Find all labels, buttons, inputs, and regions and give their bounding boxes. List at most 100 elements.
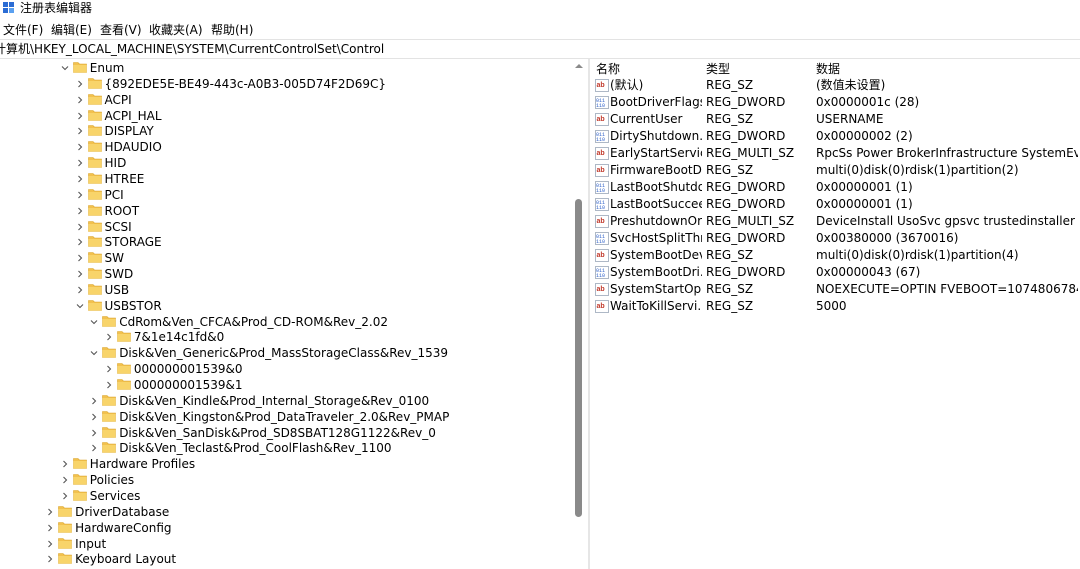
- chevron-right-icon[interactable]: [76, 80, 84, 88]
- chevron-right-icon[interactable]: [76, 143, 84, 151]
- value-name: EarlyStartServic...: [610, 146, 702, 160]
- value-row[interactable]: 011 110 BootDriverFlags REG_DWORD 0x0000001c…: [590, 94, 1080, 111]
- value-type: REG_MULTI_SZ: [706, 146, 795, 160]
- menu-view[interactable]: 查看(V): [100, 22, 142, 38]
- folder-icon: [87, 299, 102, 311]
- address-bar[interactable]: 计算机\HKEY_LOCAL_MACHINE\SYSTEM\CurrentCon…: [0, 39, 1080, 59]
- chevron-right-icon[interactable]: [105, 381, 113, 389]
- scrollbar-thumb[interactable]: [575, 199, 582, 517]
- chevron-down-icon[interactable]: [90, 318, 98, 326]
- svg-text:110: 110: [596, 137, 605, 143]
- svg-text:110: 110: [596, 103, 605, 109]
- menu-file[interactable]: 文件(F): [3, 22, 43, 38]
- folder-icon: [87, 157, 102, 168]
- chevron-right-icon[interactable]: [90, 397, 98, 405]
- chevron-right-icon[interactable]: [76, 223, 84, 231]
- string-value-icon: ab: [595, 215, 609, 228]
- tree-node-label: Disk&Ven_Teclast&Prod_CoolFlash&Rev_1100: [119, 441, 392, 456]
- chevron-right-icon[interactable]: [76, 96, 84, 104]
- values-list[interactable]: 名称 类型 数据 ab (默认) REG_SZ (数值未设置) 011 110 BootDr…: [590, 59, 1080, 569]
- chevron-right-icon[interactable]: [105, 333, 113, 341]
- folder-icon: [58, 521, 72, 533]
- value-row[interactable]: ab SystemStartOp... REG_SZ NOEXECUTE=OPTIN…: [590, 281, 1080, 298]
- folder-icon: [72, 490, 87, 501]
- value-row[interactable]: 011110LastBootShutdo... REG_DWORD 0x000000…: [590, 179, 1080, 196]
- chevron-down-icon[interactable]: [76, 302, 84, 310]
- folder-icon: [87, 173, 102, 184]
- column-header-data[interactable]: 数据: [816, 61, 840, 77]
- address-path[interactable]: 计算机\HKEY_LOCAL_MACHINE\SYSTEM\CurrentCon…: [0, 41, 384, 57]
- tree-node-label: 000000001539&1: [133, 378, 243, 392]
- value-row[interactable]: ab CurrentUser REG_SZ USERNAME: [590, 111, 1080, 128]
- chevron-right-icon[interactable]: [61, 476, 69, 484]
- folder-icon: [87, 109, 102, 121]
- tree-node-label: Disk&Ven_Generic&Prod_MassStorageClass&R…: [119, 346, 449, 361]
- scroll-up-arrow-icon[interactable]: [574, 61, 584, 71]
- chevron-right-icon[interactable]: [76, 207, 84, 215]
- chevron-right-icon[interactable]: [76, 175, 84, 183]
- chevron-right-icon[interactable]: [76, 270, 84, 278]
- chevron-right-icon[interactable]: [46, 540, 54, 548]
- chevron-down-icon[interactable]: [61, 64, 69, 72]
- value-data: multi(0)disk(0)rdisk(1)partition(2): [816, 163, 1019, 177]
- folder-icon: [102, 395, 116, 406]
- svg-text:ab: ab: [597, 303, 605, 310]
- tree-node-label: HID: [104, 156, 127, 171]
- chevron-right-icon[interactable]: [61, 460, 69, 468]
- chevron-right-icon[interactable]: [76, 159, 84, 167]
- value-data: DeviceInstall UsoSvc gpsvc trustedinstal…: [816, 214, 1075, 228]
- folder-icon: [72, 458, 87, 470]
- chevron-right-icon[interactable]: [76, 191, 84, 199]
- tree-scrollbar[interactable]: [572, 59, 586, 569]
- chevron-right-icon[interactable]: [90, 413, 98, 421]
- chevron-right-icon[interactable]: [76, 286, 84, 294]
- tree-node-label: DISPLAY: [104, 124, 154, 139]
- tree-node-label: SWD: [104, 267, 134, 282]
- folder-icon: [117, 379, 131, 390]
- tree-node-label: 000000001539&0: [133, 362, 243, 377]
- svg-text:110: 110: [596, 239, 605, 245]
- value-row[interactable]: ab PreshutdownOr... REG_MULTI_SZ DeviceInst…: [590, 213, 1080, 230]
- folder-icon: [102, 410, 116, 422]
- value-row[interactable]: ab FirmwareBootD... REG_SZ multi(0)disk(0)r…: [590, 162, 1080, 179]
- value-row[interactable]: 011110SvcHostSplitThr... REG_DWORD 0x00380…: [590, 230, 1080, 247]
- chevron-right-icon[interactable]: [46, 555, 54, 563]
- folder-icon: [58, 537, 72, 549]
- value-type: REG_DWORD: [706, 231, 786, 245]
- svg-text:110: 110: [596, 188, 605, 194]
- chevron-right-icon[interactable]: [76, 112, 84, 120]
- chevron-right-icon[interactable]: [61, 492, 69, 500]
- chevron-right-icon[interactable]: [76, 238, 84, 246]
- chevron-down-icon[interactable]: [90, 349, 98, 357]
- value-row[interactable]: ab EarlyStartServic... REG_MULTI_SZ RpcSs P…: [590, 145, 1080, 162]
- chevron-right-icon[interactable]: [105, 365, 113, 373]
- value-data: 0x00000002 (2): [816, 129, 913, 143]
- value-row[interactable]: 011 110 SystemBootDri... REG_DWORD 0x0000004…: [590, 264, 1080, 281]
- value-data: 0x0000001c (28): [816, 95, 920, 109]
- chevron-right-icon[interactable]: [46, 524, 54, 532]
- value-data: 0x00000001 (1): [816, 180, 913, 194]
- chevron-right-icon[interactable]: [90, 444, 98, 452]
- value-row[interactable]: ab WaitToKillServi... REG_SZ 5000: [590, 298, 1080, 315]
- chevron-right-icon[interactable]: [46, 508, 54, 516]
- menu-help[interactable]: 帮助(H): [211, 22, 253, 38]
- chevron-right-icon[interactable]: [90, 429, 98, 437]
- value-row[interactable]: 011110LastBootSuccee... REG_DWORD 0x000000…: [590, 196, 1080, 213]
- value-name: SvcHostSplitThr...: [610, 231, 702, 245]
- column-header-name[interactable]: 名称: [596, 61, 620, 77]
- chevron-right-icon[interactable]: [76, 254, 84, 262]
- chevron-right-icon[interactable]: [76, 127, 84, 135]
- value-row[interactable]: ab (默认) REG_SZ (数值未设置): [590, 77, 1080, 94]
- menu-edit[interactable]: 编辑(E): [51, 22, 92, 38]
- menu-favorites[interactable]: 收藏夹(A): [149, 22, 203, 38]
- value-name: CurrentUser: [610, 112, 683, 126]
- value-type: REG_SZ: [706, 112, 754, 126]
- column-header-type[interactable]: 类型: [706, 61, 730, 77]
- key-tree[interactable]: Enum {892EDE5E-BE49-443c-A0B3-005D74F2D69…: [0, 59, 572, 569]
- value-type: REG_DWORD: [706, 129, 786, 143]
- folder-icon: [87, 268, 102, 279]
- value-name: (默认): [610, 78, 644, 92]
- value-row[interactable]: 011 110 DirtyShutdown... REG_DWORD 0x0000000…: [590, 128, 1080, 145]
- regedit-icon: [3, 2, 14, 13]
- value-row[interactable]: ab SystemBootDev... REG_SZ multi(0)disk(0)r…: [590, 247, 1080, 264]
